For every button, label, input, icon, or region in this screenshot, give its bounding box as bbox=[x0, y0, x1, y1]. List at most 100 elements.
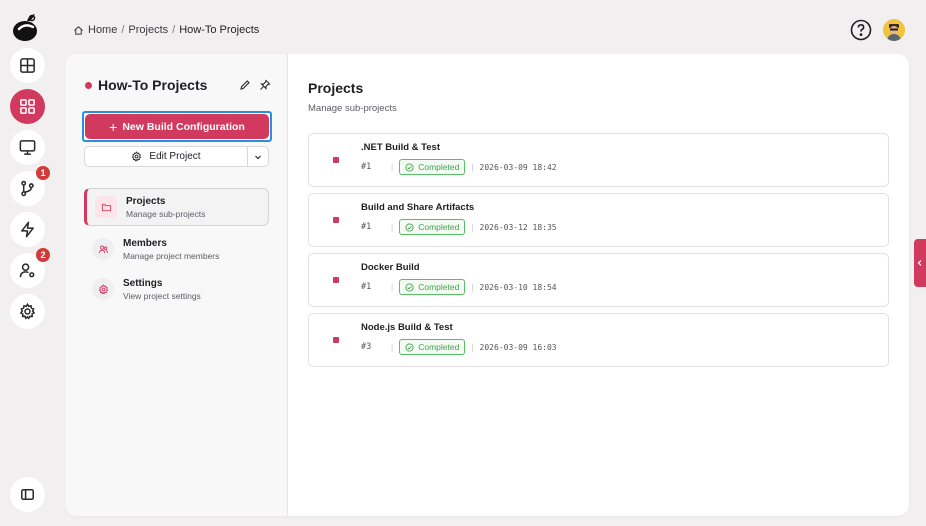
new-build-configuration-button[interactable]: + New Build Configuration bbox=[85, 114, 269, 139]
git-badge: 1 bbox=[36, 166, 50, 180]
status-label: Completed bbox=[418, 162, 460, 172]
avatar[interactable] bbox=[883, 19, 905, 41]
check-circle-icon bbox=[405, 222, 414, 232]
edit-project-button[interactable]: Edit Project bbox=[85, 147, 247, 166]
monitor-icon bbox=[19, 140, 36, 155]
pencil-icon[interactable] bbox=[239, 79, 251, 91]
project-color-dot bbox=[85, 81, 92, 89]
divider: | bbox=[471, 282, 474, 292]
project-color-marker bbox=[333, 217, 339, 223]
rail-projects-button[interactable] bbox=[10, 89, 45, 124]
rail-collapse-button[interactable] bbox=[10, 477, 45, 512]
chevron-left-icon bbox=[917, 260, 922, 266]
project-sidebar: How-To Projects + New Build Configuratio… bbox=[65, 54, 288, 516]
build-meta: #1 | Completed | 2026-03-10 18:54 bbox=[361, 279, 557, 295]
build-name: Docker Build bbox=[361, 262, 420, 273]
nav-members-title: Members bbox=[123, 237, 167, 249]
build-name: Node.js Build & Test bbox=[361, 322, 453, 333]
breadcrumb-separator: / bbox=[172, 24, 176, 36]
nav-members-subtitle: Manage project members bbox=[123, 250, 220, 261]
new-build-label: New Build Configuration bbox=[122, 120, 245, 133]
build-meta: #1 | Completed | 2026-03-12 18:35 bbox=[361, 219, 557, 235]
rail-settings-button[interactable] bbox=[10, 294, 45, 329]
layout-grid-icon bbox=[20, 58, 35, 73]
lightning-icon bbox=[21, 221, 34, 238]
brand-logo-icon[interactable] bbox=[11, 12, 41, 42]
list-item[interactable]: .NET Build & Test #1 | Completed | 2026-… bbox=[308, 133, 889, 187]
project-color-marker bbox=[333, 337, 339, 343]
breadcrumb: Home / Projects / How-To Projects bbox=[73, 24, 259, 36]
nav-item-members[interactable]: Members Manage project members bbox=[84, 230, 269, 268]
list-item[interactable]: Build and Share Artifacts #1 | Completed… bbox=[308, 193, 889, 247]
rail-monitor-button[interactable] bbox=[10, 130, 45, 165]
nav-item-settings[interactable]: Settings View project settings bbox=[84, 270, 269, 308]
gear-icon bbox=[19, 302, 36, 320]
build-number: #1 bbox=[361, 162, 372, 172]
build-name: .NET Build & Test bbox=[361, 142, 440, 153]
check-circle-icon bbox=[405, 342, 414, 352]
edit-project-dropdown[interactable] bbox=[247, 147, 268, 166]
rail-users-button[interactable]: 2 bbox=[10, 248, 50, 288]
build-number: #1 bbox=[361, 222, 372, 232]
plus-icon: + bbox=[109, 118, 118, 135]
users-icon bbox=[98, 245, 108, 253]
git-branch-icon bbox=[21, 180, 34, 197]
nav-settings-icon-wrap bbox=[92, 278, 114, 300]
list-item[interactable]: Docker Build #1 | Completed | 2026-03-10… bbox=[308, 253, 889, 307]
users-badge: 2 bbox=[36, 248, 50, 262]
nav-projects-icon-wrap bbox=[95, 196, 117, 218]
rail-dashboard-button[interactable] bbox=[10, 48, 45, 83]
build-timestamp: 2026-03-10 18:54 bbox=[479, 282, 557, 292]
status-label: Completed bbox=[418, 282, 460, 292]
status-label: Completed bbox=[418, 342, 460, 352]
divider: | bbox=[391, 162, 394, 172]
list-item[interactable]: Node.js Build & Test #3 | Completed | 20… bbox=[308, 313, 889, 367]
sidebar-toggle-icon bbox=[21, 488, 34, 501]
gear-icon bbox=[98, 283, 108, 295]
divider: | bbox=[391, 282, 394, 292]
build-timestamp: 2026-03-09 16:03 bbox=[479, 342, 557, 352]
status-label: Completed bbox=[418, 222, 460, 232]
rail-git-button[interactable]: 1 bbox=[10, 166, 50, 206]
nav-members-icon-wrap bbox=[92, 238, 114, 260]
folder-icon bbox=[101, 203, 111, 211]
divider: | bbox=[471, 222, 474, 232]
edit-project-split-button: Edit Project bbox=[84, 146, 269, 167]
breadcrumb-home[interactable]: Home bbox=[88, 24, 117, 36]
build-meta: #1 | Completed | 2026-03-09 18:42 bbox=[361, 159, 557, 175]
nav-projects-subtitle: Manage sub-projects bbox=[126, 208, 206, 219]
project-header: How-To Projects bbox=[85, 77, 271, 93]
side-panel-toggle[interactable] bbox=[914, 239, 926, 287]
divider: | bbox=[391, 342, 394, 352]
divider: | bbox=[391, 222, 394, 232]
rail-activity-button[interactable] bbox=[10, 212, 45, 247]
nav-item-projects[interactable]: Projects Manage sub-projects bbox=[84, 188, 269, 226]
user-gear-icon bbox=[19, 263, 35, 278]
divider: | bbox=[471, 342, 474, 352]
home-icon bbox=[74, 25, 83, 35]
breadcrumb-projects[interactable]: Projects bbox=[128, 24, 168, 36]
build-number: #1 bbox=[361, 282, 372, 292]
breadcrumb-current: How-To Projects bbox=[179, 24, 260, 36]
nav-settings-subtitle: View project settings bbox=[123, 290, 201, 301]
user-avatar-icon bbox=[883, 19, 905, 41]
build-timestamp: 2026-03-12 18:35 bbox=[479, 222, 557, 232]
build-number: #3 bbox=[361, 342, 372, 352]
gear-icon bbox=[132, 151, 142, 162]
breadcrumb-separator: / bbox=[121, 24, 125, 36]
project-color-marker bbox=[333, 157, 339, 163]
chevron-down-icon bbox=[255, 155, 261, 159]
check-circle-icon bbox=[405, 162, 414, 172]
build-name: Build and Share Artifacts bbox=[361, 202, 475, 213]
help-icon[interactable] bbox=[850, 19, 872, 41]
project-title: How-To Projects bbox=[98, 77, 208, 93]
status-badge: Completed bbox=[399, 159, 466, 175]
project-card: How-To Projects + New Build Configuratio… bbox=[65, 54, 909, 516]
status-badge: Completed bbox=[399, 279, 466, 295]
status-badge: Completed bbox=[399, 339, 466, 355]
nav-projects-title: Projects bbox=[126, 195, 166, 207]
pin-icon[interactable] bbox=[259, 79, 271, 91]
page-title: Projects bbox=[308, 80, 364, 96]
check-circle-icon bbox=[405, 282, 414, 292]
divider: | bbox=[471, 162, 474, 172]
